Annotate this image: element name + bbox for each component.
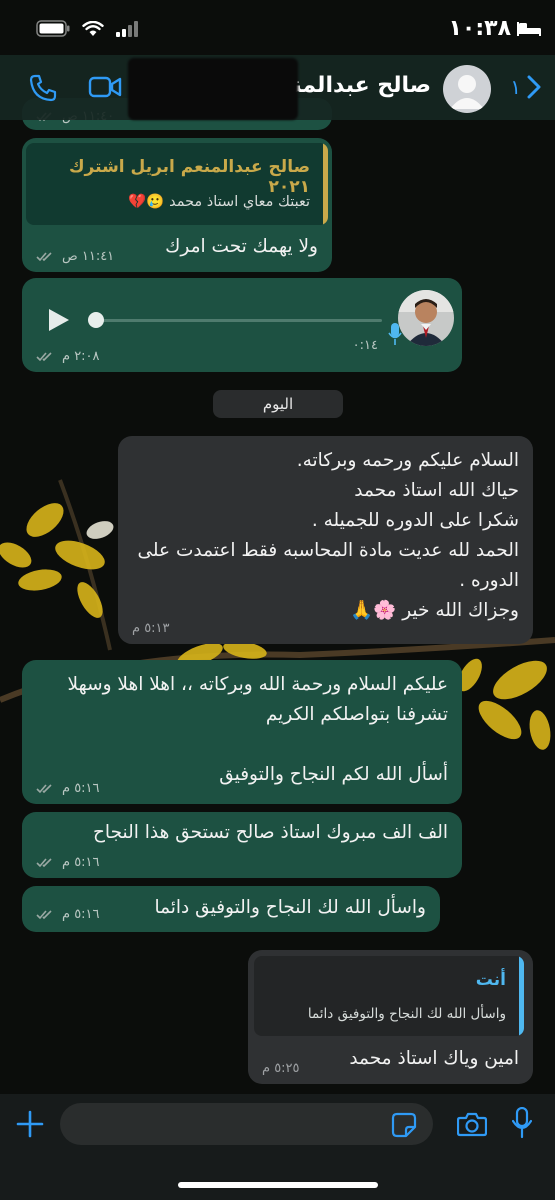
- quote-sender: أنت: [475, 970, 506, 990]
- voice-progress-thumb[interactable]: [88, 312, 104, 328]
- sender-photo: [398, 290, 454, 346]
- message-text: امين وياك استاذ محمد: [349, 1048, 519, 1069]
- status-bar: ١٠:٣٨: [0, 0, 555, 60]
- voice-duration: ٠:١٤: [352, 338, 378, 353]
- microphone-icon[interactable]: [512, 1107, 532, 1139]
- voice-progress-track[interactable]: [96, 319, 382, 322]
- chat-header: ١ صالح عبدالمنعم: [0, 55, 555, 120]
- message-bubble-outgoing[interactable]: أنت واسأل الله لك النجاح والتوفيق دائما …: [248, 950, 533, 1084]
- avatar-icon: [450, 75, 484, 109]
- message-meta: ١١:٤١ ص: [36, 249, 114, 264]
- message-time: ٥:١٦ م: [62, 855, 100, 870]
- quoted-message[interactable]: أنت واسأل الله لك النجاح والتوفيق دائما: [254, 956, 524, 1036]
- voice-message-bubble[interactable]: ٠:١٤ ٢:٠٨ م: [22, 278, 462, 372]
- video-call-icon[interactable]: [88, 75, 122, 99]
- signal-icon: [116, 20, 138, 37]
- read-ticks-icon: [36, 352, 52, 362]
- message-meta: ٢:٠٨ م: [36, 349, 100, 364]
- message-time: ١١:٤١ ص: [62, 249, 115, 264]
- composer-bar: [0, 1094, 555, 1200]
- battery-icon: [36, 20, 70, 37]
- camera-icon[interactable]: [457, 1111, 487, 1137]
- read-ticks-icon: [36, 910, 52, 920]
- back-count: ١: [510, 75, 521, 99]
- message-time: ٥:١٦ م: [62, 907, 100, 922]
- quote-text: تعبتك معاي استاذ محمد 🥲💔: [128, 194, 310, 210]
- message-bubble-incoming[interactable]: الف الف مبروك استاذ صالح تستحق هذا النجا…: [22, 812, 462, 878]
- message-meta: ٥:١٣ م: [132, 621, 170, 636]
- message-time: ٥:١٦ م: [62, 781, 100, 796]
- home-indicator: [178, 1182, 378, 1188]
- plus-icon[interactable]: [15, 1109, 45, 1139]
- status-icons-left: [36, 20, 138, 37]
- back-chevron-icon: [527, 75, 541, 99]
- quote-sender: صالح عبدالمنعم ابريل اشترك ٢٠٢١: [68, 157, 310, 197]
- read-ticks-icon: [36, 784, 52, 794]
- message-bubble-incoming[interactable]: واسأل الله لك النجاح والتوفيق دائما ٥:١٦…: [22, 886, 440, 932]
- wifi-icon: [82, 20, 104, 36]
- message-bubble-incoming[interactable]: عليكم السلام ورحمة الله وبركاته ،، اهلا …: [22, 660, 462, 804]
- message-meta: ٥:١٦ م: [36, 781, 100, 796]
- message-meta: ٥:٢٥ م: [262, 1061, 300, 1076]
- message-time: ٥:٢٥ م: [262, 1061, 300, 1076]
- quote-accent-bar: [519, 956, 524, 1036]
- back-button[interactable]: ١: [510, 75, 541, 99]
- message-text: ولا يهمك تحت امرك: [165, 236, 318, 257]
- microphone-badge-icon: [388, 323, 402, 345]
- sleep-mode-icon: [517, 22, 541, 36]
- voice-call-icon[interactable]: [28, 73, 58, 103]
- message-text: الف الف مبروك استاذ صالح تستحق هذا النجا…: [92, 822, 448, 843]
- sticker-icon[interactable]: [391, 1112, 417, 1138]
- message-bubble-outgoing[interactable]: السلام عليكم ورحمه وبركاته. حياك الله اس…: [118, 436, 533, 644]
- date-separator: اليوم: [213, 390, 343, 418]
- play-icon[interactable]: [48, 308, 70, 332]
- message-input[interactable]: [60, 1103, 433, 1145]
- quote-accent-bar: [323, 143, 328, 225]
- message-bubble-incoming[interactable]: صالح عبدالمنعم ابريل اشترك ٢٠٢١ تعبتك مع…: [22, 138, 332, 272]
- message-meta: ٥:١٦ م: [36, 907, 100, 922]
- message-meta: ٥:١٦ م: [36, 855, 100, 870]
- message-text: واسأل الله لك النجاح والتوفيق دائما: [154, 897, 426, 918]
- message-time: ٥:١٣ م: [132, 621, 170, 636]
- contact-avatar[interactable]: [443, 65, 491, 113]
- message-time: ٢:٠٨ م: [62, 349, 100, 364]
- redaction-block: [128, 58, 298, 120]
- status-time: ١٠:٣٨: [448, 16, 511, 41]
- message-text: السلام عليكم ورحمه وبركاته. حياك الله اس…: [137, 450, 520, 621]
- read-ticks-icon: [36, 252, 52, 262]
- quoted-message[interactable]: صالح عبدالمنعم ابريل اشترك ٢٠٢١ تعبتك مع…: [26, 143, 328, 225]
- read-ticks-icon: [36, 858, 52, 868]
- quote-text: واسأل الله لك النجاح والتوفيق دائما: [307, 1006, 506, 1022]
- message-text: عليكم السلام ورحمة الله وبركاته ،، اهلا …: [67, 674, 448, 785]
